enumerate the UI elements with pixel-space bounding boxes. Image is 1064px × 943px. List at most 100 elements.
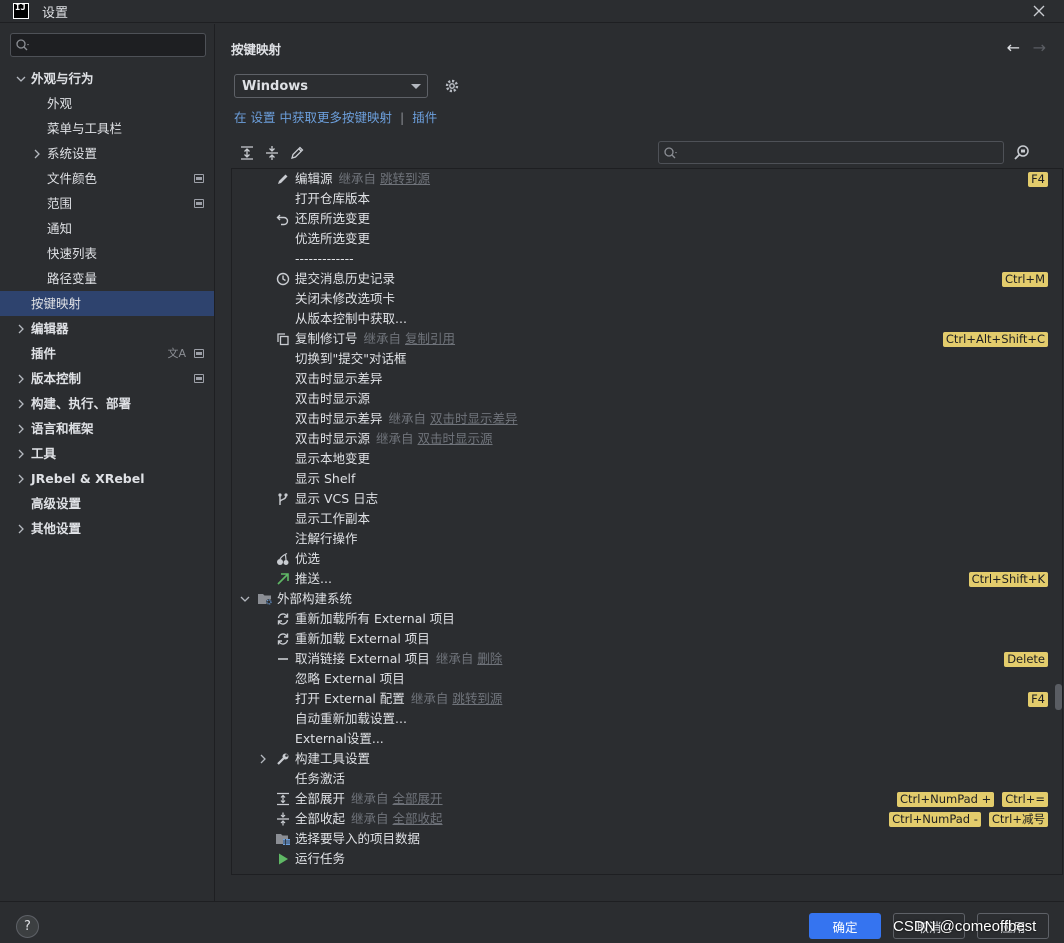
- tree-item-scopes[interactable]: 范围: [0, 191, 214, 216]
- action-row[interactable]: 双击时显示源 继承自 双击时显示源: [232, 429, 1062, 449]
- action-row[interactable]: 编辑源 继承自 跳转到源 F4: [232, 169, 1062, 189]
- action-row[interactable]: 从版本控制中获取...: [232, 309, 1062, 329]
- ok-button[interactable]: 确定: [809, 913, 881, 939]
- action-name: 双击时显示源: [295, 391, 371, 406]
- forward-arrow-icon[interactable]: →: [1033, 38, 1046, 57]
- action-row[interactable]: 显示 Shelf: [232, 469, 1062, 489]
- action-row[interactable]: -------------: [232, 249, 1062, 269]
- action-row[interactable]: 重新加载 External 项目: [232, 629, 1062, 649]
- action-row[interactable]: 重新加载所有 External 项目: [232, 609, 1062, 629]
- tree-item-tools[interactable]: 工具: [0, 441, 214, 466]
- action-group-row[interactable]: 外部构建系统: [232, 589, 1062, 609]
- action-row[interactable]: 全部收起 继承自 全部收起 Ctrl+NumPad - Ctrl+减号: [232, 809, 1062, 829]
- action-row[interactable]: 选择要导入的项目数据: [232, 829, 1062, 849]
- chevron-right-icon[interactable]: [15, 516, 27, 541]
- action-row[interactable]: External设置...: [232, 729, 1062, 749]
- chevron-right-icon[interactable]: [15, 316, 27, 341]
- tree-item-editor[interactable]: 编辑器: [0, 316, 214, 341]
- inherited-source-link[interactable]: 双击时显示差异: [430, 411, 518, 426]
- tree-item-appearance[interactable]: 外观: [0, 91, 214, 116]
- sidebar-search-input[interactable]: [10, 33, 206, 57]
- action-row[interactable]: 复制修订号 继承自 复制引用 Ctrl+Alt+Shift+C: [232, 329, 1062, 349]
- action-row[interactable]: 优选: [232, 549, 1062, 569]
- tree-item-label: 工具: [31, 446, 57, 461]
- action-row[interactable]: 构建工具设置: [232, 749, 1062, 769]
- inherited-source-link[interactable]: 全部展开: [393, 791, 443, 806]
- shortcut-badge: F4: [1028, 171, 1048, 187]
- chevron-down-icon[interactable]: [239, 589, 251, 609]
- chevron-right-icon[interactable]: [15, 366, 27, 391]
- collapse-all-icon[interactable]: [264, 145, 280, 161]
- expand-all-icon[interactable]: [239, 145, 255, 161]
- scrollbar-thumb[interactable]: [1055, 684, 1062, 710]
- chevron-right-icon[interactable]: [31, 141, 43, 166]
- keymap-dropdown[interactable]: Windows: [234, 74, 428, 98]
- action-row[interactable]: 注解行操作: [232, 529, 1062, 549]
- branch-icon: [275, 491, 291, 507]
- inherited-source-link[interactable]: 跳转到源: [452, 691, 502, 706]
- action-row[interactable]: 显示工作副本: [232, 509, 1062, 529]
- action-label: 复制修订号 继承自 复制引用: [295, 329, 455, 349]
- help-button[interactable]: ?: [16, 915, 39, 938]
- tree-item-file-colors[interactable]: 文件颜色: [0, 166, 214, 191]
- tree-item-keymap[interactable]: 按键映射: [0, 291, 214, 316]
- action-row[interactable]: 打开仓库版本: [232, 189, 1062, 209]
- back-arrow-icon[interactable]: ←: [1007, 38, 1020, 57]
- action-row[interactable]: 双击时显示差异 继承自 双击时显示差异: [232, 409, 1062, 429]
- inherited-source-link[interactable]: 跳转到源: [380, 171, 430, 186]
- find-by-shortcut-icon[interactable]: [1013, 144, 1031, 162]
- action-row[interactable]: 忽略 External 项目: [232, 669, 1062, 689]
- action-row[interactable]: 双击时显示差异: [232, 369, 1062, 389]
- edit-shortcut-icon[interactable]: [289, 145, 305, 161]
- action-search-input[interactable]: [658, 141, 1004, 164]
- chevron-right-icon[interactable]: [257, 749, 269, 769]
- action-row[interactable]: 提交消息历史记录 Ctrl+M: [232, 269, 1062, 289]
- action-row[interactable]: 取消链接 External 项目 继承自 删除 Delete: [232, 649, 1062, 669]
- action-row[interactable]: 优选所选变更: [232, 229, 1062, 249]
- action-row[interactable]: 显示 VCS 日志: [232, 489, 1062, 509]
- inherited-source-link[interactable]: 删除: [477, 651, 502, 666]
- chevron-right-icon[interactable]: [15, 416, 27, 441]
- tree-item-path-variables[interactable]: 路径变量: [0, 266, 214, 291]
- tree-item-quick-lists[interactable]: 快速列表: [0, 241, 214, 266]
- chevron-right-icon[interactable]: [15, 466, 27, 491]
- action-row[interactable]: 全部展开 继承自 全部展开 Ctrl+NumPad + Ctrl+=: [232, 789, 1062, 809]
- settings-link[interactable]: 设置: [251, 110, 276, 125]
- action-label: 编辑源 继承自 跳转到源: [295, 169, 430, 189]
- inherited-source-link[interactable]: 双击时显示源: [418, 431, 493, 446]
- tree-item-notifications[interactable]: 通知: [0, 216, 214, 241]
- tree-item-label: 菜单与工具栏: [47, 121, 123, 136]
- action-row[interactable]: 关闭未修改选项卡: [232, 289, 1062, 309]
- gear-icon[interactable]: [443, 77, 461, 95]
- chevron-right-icon[interactable]: [15, 391, 27, 416]
- action-row[interactable]: 打开 External 配置 继承自 跳转到源 F4: [232, 689, 1062, 709]
- inherited-source-link[interactable]: 复制引用: [405, 331, 455, 346]
- plugins-link[interactable]: 插件: [412, 110, 437, 125]
- action-row[interactable]: 显示本地变更: [232, 449, 1062, 469]
- action-row[interactable]: 切换到"提交"对话框: [232, 349, 1062, 369]
- action-row[interactable]: 自动重新加载设置...: [232, 709, 1062, 729]
- chevron-right-icon[interactable]: [15, 441, 27, 466]
- action-row[interactable]: 任务激活: [232, 769, 1062, 789]
- tree-item-appearance-behavior[interactable]: 外观与行为: [0, 66, 214, 91]
- tree-item-languages-frameworks[interactable]: 语言和框架: [0, 416, 214, 441]
- tree-item-plugins[interactable]: 插件 文A: [0, 341, 214, 366]
- close-button[interactable]: [1030, 2, 1048, 20]
- action-row[interactable]: 运行任务: [232, 849, 1062, 869]
- action-row[interactable]: 还原所选变更: [232, 209, 1062, 229]
- shortcut-badge: Ctrl+Alt+Shift+C: [942, 331, 1048, 347]
- tree-item-other-settings[interactable]: 其他设置: [0, 516, 214, 541]
- tree-item-menus-toolbars[interactable]: 菜单与工具栏: [0, 116, 214, 141]
- action-row[interactable]: 双击时显示源: [232, 389, 1062, 409]
- action-name: 双击时显示差异: [295, 371, 383, 386]
- tree-item-advanced-settings[interactable]: 高级设置: [0, 491, 214, 516]
- keymap-action-list[interactable]: 编辑源 继承自 跳转到源 F4 打开仓库版本 还原所选变更 优选所选变更 ----------…: [231, 169, 1063, 875]
- action-row[interactable]: 推送... Ctrl+Shift+K: [232, 569, 1062, 589]
- tree-item-build-execution-deployment[interactable]: 构建、执行、部署: [0, 391, 214, 416]
- tree-item-version-control[interactable]: 版本控制: [0, 366, 214, 391]
- action-label: 显示 VCS 日志: [295, 489, 378, 509]
- tree-item-system-settings[interactable]: 系统设置: [0, 141, 214, 166]
- inherited-source-link[interactable]: 全部收起: [393, 811, 443, 826]
- tree-item-jrebel[interactable]: JRebel & XRebel: [0, 466, 214, 491]
- chevron-down-icon[interactable]: [15, 66, 27, 91]
